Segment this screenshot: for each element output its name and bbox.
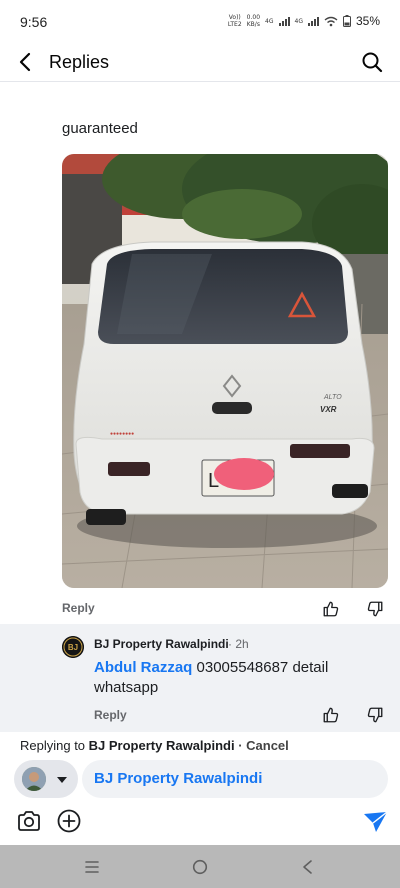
dislike-icon[interactable] xyxy=(366,600,384,618)
replying-to-bar: Replying to BJ Property Rawalpindi · Can… xyxy=(20,738,289,753)
home-icon[interactable] xyxy=(192,859,208,875)
wifi-icon xyxy=(324,16,338,26)
signal-2: 4G xyxy=(295,18,303,25)
net-speed-unit: KB/s xyxy=(246,21,260,28)
svg-text:VXR: VXR xyxy=(320,405,337,414)
battery-percent: 35% xyxy=(355,14,380,28)
cancel-reply-button[interactable]: · Cancel xyxy=(235,738,289,753)
volte-label: Vo)) xyxy=(228,14,241,21)
network-type-1: 4G xyxy=(265,17,274,25)
send-icon[interactable] xyxy=(362,810,388,834)
svg-text:●●●●●●●●: ●●●●●●●● xyxy=(110,431,134,437)
page-title: Replies xyxy=(49,52,110,72)
camera-icon[interactable] xyxy=(16,808,42,834)
avatar[interactable]: BJ xyxy=(62,636,84,658)
replying-name: BJ Property Rawalpindi xyxy=(88,738,235,753)
lte-label: LTE2 xyxy=(227,21,242,28)
network-type-2: 4G xyxy=(294,17,303,25)
dislike-icon[interactable] xyxy=(366,706,384,724)
account-switcher[interactable] xyxy=(14,760,78,798)
volte-indicator: Vo)) LTE2 xyxy=(228,14,242,28)
app-header: Replies xyxy=(0,44,400,82)
status-bar: 9:56 Vo)) LTE2 0.00 KB/s 4G 4G 35% xyxy=(0,0,400,44)
battery-icon xyxy=(342,15,351,27)
reply-link[interactable]: Reply xyxy=(62,601,95,615)
caret-down-icon xyxy=(57,777,67,783)
user-avatar xyxy=(22,767,46,791)
search-icon[interactable] xyxy=(360,50,384,74)
reply-timestamp: · 2h xyxy=(228,637,249,651)
reply-author[interactable]: BJ Property Rawalpindi xyxy=(94,637,229,651)
mention-link[interactable]: Abdul Razzaq xyxy=(94,659,192,676)
reply-input[interactable]: BJ Property Rawalpindi xyxy=(82,760,388,798)
status-time: 9:56 xyxy=(20,14,48,30)
arrow-left-icon[interactable] xyxy=(14,50,38,74)
like-icon[interactable] xyxy=(322,706,340,724)
reply-text: Abdul Razzaq 03005548687 detail whatsapp xyxy=(94,658,384,698)
net-speed: 0.00 KB/s xyxy=(247,14,260,28)
nav-back-icon[interactable] xyxy=(300,859,314,875)
add-circle-icon[interactable] xyxy=(56,808,82,834)
like-icon[interactable] xyxy=(322,600,340,618)
signal-bars-1-icon xyxy=(278,16,290,26)
svg-text:ALTO: ALTO xyxy=(323,394,342,401)
signal-bars-2-icon xyxy=(307,16,319,26)
reply-input-value: BJ Property Rawalpindi xyxy=(94,770,263,787)
reply-link[interactable]: Reply xyxy=(94,708,127,722)
status-indicators: Vo)) LTE2 0.00 KB/s 4G 4G 35% xyxy=(228,14,380,28)
avatar-text: BJ xyxy=(68,643,78,652)
comment-text: guaranteed xyxy=(62,120,138,137)
replying-prefix: Replying to xyxy=(20,738,89,753)
system-nav-bar xyxy=(0,845,400,888)
signal-1: 4G xyxy=(265,18,273,25)
net-speed-value: 0.00 xyxy=(246,14,261,21)
car-photo[interactable]: ALTO VXR ●●●●●●●● L xyxy=(62,154,388,588)
recent-apps-icon[interactable] xyxy=(84,860,100,874)
